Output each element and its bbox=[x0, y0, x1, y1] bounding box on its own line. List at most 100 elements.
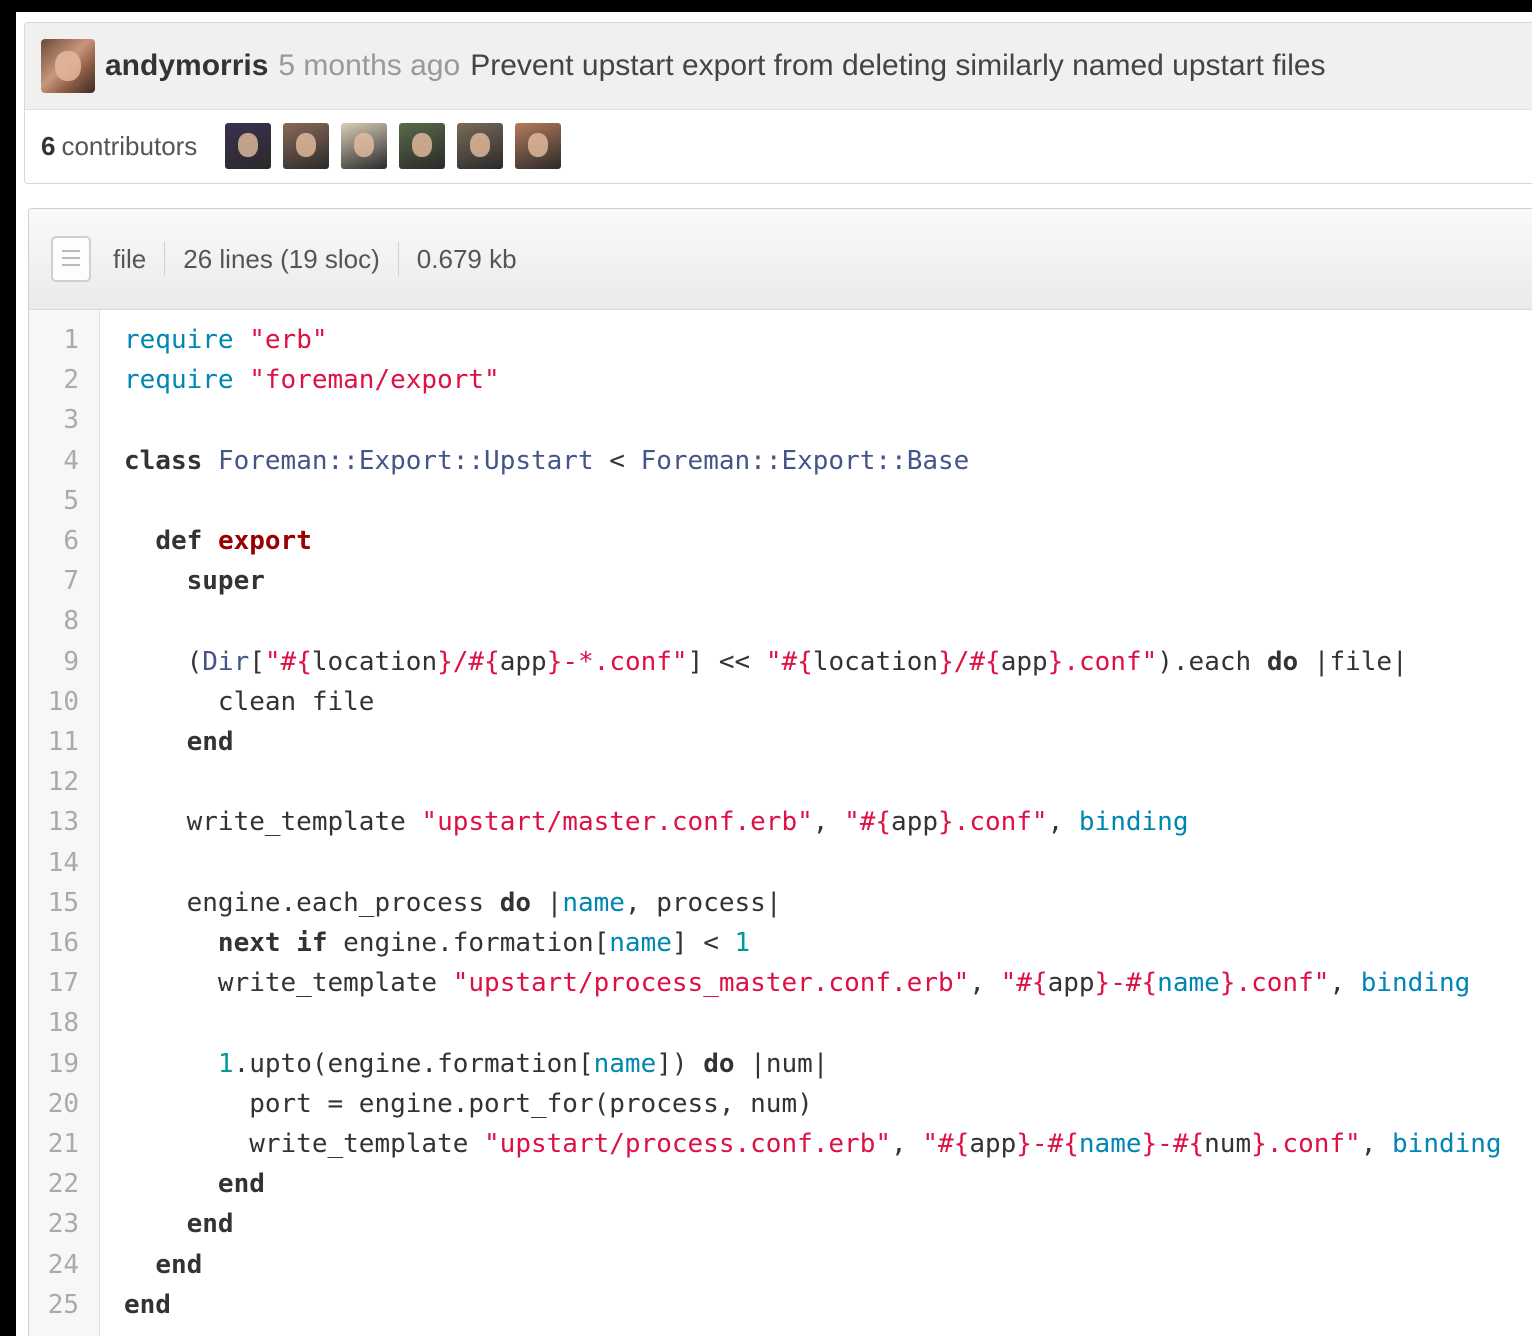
contributor-avatar[interactable] bbox=[457, 123, 504, 169]
contributor-avatar[interactable] bbox=[283, 123, 330, 169]
code-token: end bbox=[186, 727, 234, 757]
line-number[interactable]: 17 bbox=[29, 963, 79, 1003]
code-token: 1 bbox=[217, 1048, 234, 1079]
line-number[interactable]: 6 bbox=[29, 521, 79, 561]
line-number[interactable]: 11 bbox=[29, 722, 79, 762]
line-source: next if engine.formation[name] < 1 bbox=[124, 923, 750, 963]
code-token: , process| bbox=[624, 887, 782, 918]
contributors-row: 6 contributors bbox=[25, 110, 1532, 182]
code-token: do bbox=[1266, 646, 1299, 677]
code-view[interactable]: 1 require "erb" 2 require "foreman/export" 3… bbox=[29, 310, 1532, 1336]
line-number[interactable]: 2 bbox=[29, 360, 79, 400]
line-source: end bbox=[124, 1204, 234, 1244]
line-number[interactable]: 24 bbox=[29, 1245, 79, 1285]
line-number[interactable]: 14 bbox=[29, 843, 79, 883]
line-number[interactable]: 18 bbox=[29, 1003, 79, 1043]
line-number[interactable]: 10 bbox=[29, 682, 79, 722]
code-token: binding bbox=[1360, 968, 1471, 999]
author-avatar[interactable] bbox=[41, 39, 95, 93]
code-token: require bbox=[124, 325, 234, 355]
code-token: do bbox=[499, 887, 531, 918]
code-line: 16 next if engine.formation[name] < 1 bbox=[29, 923, 1532, 963]
file-line-count: 26 lines (19 sloc) bbox=[183, 243, 380, 274]
line-source: engine.each_process do |name, process| bbox=[124, 883, 782, 923]
line-number[interactable]: 23 bbox=[29, 1204, 79, 1244]
line-number[interactable]: 21 bbox=[29, 1124, 79, 1164]
line-source: write_template "upstart/process_master.c… bbox=[124, 963, 1470, 1003]
file-header: file 26 lines (19 sloc) 0.679 kb bbox=[29, 209, 1532, 310]
line-number[interactable]: 4 bbox=[29, 441, 79, 481]
code-token: | bbox=[531, 887, 563, 918]
line-number[interactable]: 15 bbox=[29, 883, 79, 923]
contributor-avatar[interactable] bbox=[225, 123, 272, 169]
code-token: }.conf" bbox=[1219, 968, 1330, 999]
code-token: ).each bbox=[1157, 646, 1267, 677]
line-number[interactable]: 13 bbox=[29, 802, 79, 842]
code-line: 20 port = engine.port_for(process, num) bbox=[29, 1084, 1532, 1124]
code-token: < bbox=[593, 445, 641, 476]
line-source: end bbox=[124, 1164, 265, 1204]
code-token: app bbox=[1000, 646, 1048, 677]
code-line: 5 bbox=[29, 481, 1532, 521]
code-token: }/#{ bbox=[437, 646, 500, 677]
line-number[interactable]: 12 bbox=[29, 762, 79, 802]
line-number[interactable]: 19 bbox=[29, 1044, 79, 1084]
code-token: clean file bbox=[124, 686, 375, 717]
line-number[interactable]: 8 bbox=[29, 601, 79, 641]
line-source: clean file bbox=[124, 682, 375, 722]
line-number[interactable]: 16 bbox=[29, 923, 79, 963]
commit-message-link[interactable]: Prevent upstart export from deleting sim… bbox=[470, 49, 1325, 83]
line-source: write_template "upstart/master.conf.erb"… bbox=[124, 802, 1189, 842]
line-number[interactable]: 3 bbox=[29, 400, 79, 440]
code-token: "#{ bbox=[922, 1129, 970, 1159]
line-source: require "foreman/export" bbox=[124, 360, 500, 400]
code-token: ] << bbox=[687, 646, 766, 677]
code-token: app bbox=[499, 646, 547, 677]
code-token: app bbox=[1047, 968, 1095, 999]
code-token: }-#{ bbox=[1094, 968, 1158, 999]
contributor-avatar[interactable] bbox=[399, 123, 446, 169]
code-token: , bbox=[891, 1129, 923, 1159]
code-line: 11 end bbox=[29, 722, 1532, 762]
code-token: write_template bbox=[124, 968, 453, 999]
line-number[interactable]: 9 bbox=[29, 642, 79, 682]
code-token: "#{ bbox=[1000, 968, 1048, 999]
commit-panel: andymorris 5 months ago Prevent upstart … bbox=[24, 22, 1532, 184]
code-line: 12 bbox=[29, 762, 1532, 802]
code-token: end bbox=[124, 1289, 171, 1320]
contributor-avatar[interactable] bbox=[515, 123, 562, 169]
code-token: engine.formation[ bbox=[327, 928, 610, 958]
code-token: 1 bbox=[734, 928, 751, 958]
code-token: export bbox=[217, 526, 312, 556]
contributors-count[interactable]: 6 bbox=[41, 131, 55, 162]
line-source: super bbox=[124, 561, 265, 601]
code-token: end bbox=[155, 1249, 203, 1280]
code-token: name bbox=[609, 928, 672, 958]
code-token: binding bbox=[1078, 807, 1189, 838]
line-number[interactable]: 25 bbox=[29, 1285, 79, 1325]
line-number[interactable]: 1 bbox=[29, 320, 79, 360]
code-token: app bbox=[891, 807, 939, 838]
contributor-avatar[interactable] bbox=[341, 123, 388, 169]
line-number[interactable]: 7 bbox=[29, 561, 79, 601]
author-link[interactable]: andymorris bbox=[105, 49, 268, 83]
code-token: "#{ bbox=[264, 646, 312, 677]
code-token: app bbox=[969, 1129, 1017, 1159]
code-token: "foreman/export" bbox=[249, 365, 500, 396]
commit-time: 5 months ago bbox=[278, 49, 461, 82]
code-token: write_template bbox=[124, 1129, 485, 1159]
code-token: "#{ bbox=[844, 807, 892, 838]
code-token: [ bbox=[249, 646, 265, 677]
code-line: 13 write_template "upstart/master.conf.e… bbox=[29, 802, 1532, 842]
code-token: location bbox=[812, 646, 939, 677]
code-token: require bbox=[124, 365, 234, 396]
line-number[interactable]: 5 bbox=[29, 481, 79, 521]
code-line: 9 (Dir["#{location}/#{app}-*.conf"] << "… bbox=[29, 642, 1532, 682]
contributors-label[interactable]: contributors bbox=[61, 131, 197, 162]
line-source: end bbox=[124, 722, 234, 762]
line-number[interactable]: 22 bbox=[29, 1164, 79, 1204]
line-number[interactable]: 20 bbox=[29, 1084, 79, 1124]
